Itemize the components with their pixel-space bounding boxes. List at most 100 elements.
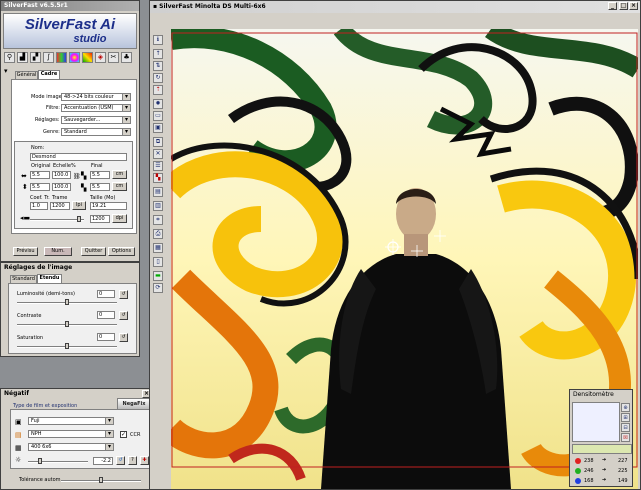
dust-removal-icon[interactable]: ♣: [121, 52, 132, 63]
luminosity-slider[interactable]: [17, 299, 117, 305]
histogram-icon[interactable]: ▟: [17, 52, 28, 63]
preview-button[interactable]: Prévisu: [13, 247, 38, 256]
ccr-checkbox[interactable]: ✓: [120, 431, 127, 438]
print-icon[interactable]: ⎙: [153, 229, 163, 239]
exposure-field[interactable]: -2.2: [93, 457, 113, 465]
job-manager-icon[interactable]: ▦: [153, 243, 163, 253]
tab-etendu[interactable]: Etendu: [37, 274, 62, 283]
film-format-icon: ▦: [15, 444, 22, 452]
preview-title-bar[interactable]: ▪ SilverFast Minolta DS Multi-6x6 _ □ ×: [150, 1, 640, 13]
contraste-slider-thumb[interactable]: [65, 321, 69, 327]
zoom-icon[interactable]: ⚲: [4, 52, 15, 63]
height-lock-icon[interactable]: ▚: [81, 184, 86, 192]
film-type-select[interactable]: NPH: [28, 430, 114, 438]
tab-standard[interactable]: Standard: [10, 275, 37, 283]
scan-button[interactable]: Num.: [44, 247, 72, 256]
selective-color-icon[interactable]: [69, 52, 80, 63]
nom-field[interactable]: Desmond: [30, 153, 127, 161]
blue-value-before: 168: [584, 478, 594, 484]
densitometer-tool-icon-4[interactable]: ☒: [621, 433, 630, 442]
exposure-slider-thumb[interactable]: [38, 458, 42, 464]
genre-select[interactable]: Standard: [61, 128, 131, 136]
luminosity-slider-thumb[interactable]: [65, 299, 69, 305]
exposure-reset-button[interactable]: ↺: [116, 456, 125, 465]
saturation-slider[interactable]: [17, 343, 117, 349]
resolution-slider-thumb[interactable]: [77, 216, 81, 222]
landscape-icon[interactable]: ▬: [153, 271, 163, 281]
batch-icon[interactable]: ☰: [153, 161, 163, 171]
trame-unit-button[interactable]: lpi: [72, 201, 86, 210]
preview-image[interactable]: [171, 29, 638, 489]
manufacturer-select[interactable]: Fuji: [28, 417, 114, 425]
width-scale-field[interactable]: 100.0: [52, 171, 71, 179]
tab-cadre[interactable]: Cadre: [38, 70, 60, 79]
film-profile-button[interactable]: ✚: [140, 456, 149, 465]
luminosity-reset-button[interactable]: ↺: [119, 290, 128, 299]
auto-adjust-icon[interactable]: ✹: [153, 99, 163, 109]
tolerance-slider[interactable]: [61, 477, 141, 483]
levels-icon[interactable]: ▞: [30, 52, 41, 63]
densitometer-tool-icon-1[interactable]: ⊕: [621, 403, 630, 412]
layers-icon[interactable]: ▤: [153, 187, 163, 197]
document-icon[interactable]: ▯: [153, 257, 163, 267]
contraste-slider[interactable]: [17, 321, 117, 327]
echelle-label: Echelle%: [53, 163, 76, 169]
mirror-icon[interactable]: ⇅: [153, 61, 163, 71]
height-original-field[interactable]: 5.5: [30, 183, 50, 191]
maximize-button[interactable]: □: [619, 2, 628, 10]
film-format-select[interactable]: 400 6x6: [28, 443, 114, 451]
densitometer-title-bar[interactable]: Densitomètre: [570, 390, 632, 400]
width-original-field[interactable]: 5.5: [30, 171, 50, 179]
crop-icon[interactable]: ⌗: [153, 215, 163, 225]
trame-field[interactable]: 1200: [50, 202, 70, 210]
remove-cast-icon[interactable]: ◈: [95, 52, 106, 63]
delete-frame-icon[interactable]: ✕: [153, 149, 163, 159]
height-unit-button[interactable]: cm: [112, 182, 127, 191]
mode-select[interactable]: 48->24 bits couleur: [61, 93, 131, 101]
width-final-field[interactable]: 5.5: [90, 171, 110, 179]
saturation-field[interactable]: 0: [97, 333, 115, 341]
collapse-arrow-icon[interactable]: ▾: [4, 67, 8, 75]
copy-frame-icon[interactable]: ⧉: [153, 137, 163, 147]
height-scale-field[interactable]: 100.0: [52, 183, 71, 191]
coef-field[interactable]: 1.0: [30, 202, 48, 210]
resolution-field[interactable]: 1200: [90, 215, 110, 223]
reglages-select[interactable]: Sauvegarder...: [61, 116, 131, 124]
color-frame-icon[interactable]: ▚: [153, 173, 163, 183]
luminosity-field[interactable]: 0: [97, 290, 115, 298]
rescale-icon[interactable]: ✂: [108, 52, 119, 63]
tab-general[interactable]: Général: [15, 71, 38, 79]
global-color-icon[interactable]: [82, 52, 93, 63]
contraste-field[interactable]: 0: [97, 311, 115, 319]
rotate-icon[interactable]: ↻: [153, 73, 163, 83]
contraste-reset-button[interactable]: ↺: [119, 311, 128, 320]
refresh-icon[interactable]: ⟳: [153, 283, 163, 293]
main-title-bar[interactable]: SilverFast v6.5.5r1: [1, 1, 139, 11]
tolerance-slider-thumb[interactable]: [99, 477, 103, 483]
filtre-select[interactable]: Accentuation (USM): [61, 104, 131, 112]
gradation-curve-icon[interactable]: ∫: [43, 52, 54, 63]
chain-link-icon[interactable]: ⛓: [73, 173, 81, 180]
height-final-field[interactable]: 5.5: [90, 183, 110, 191]
info-icon[interactable]: ℹ: [153, 35, 163, 45]
width-unit-button[interactable]: cm: [112, 170, 127, 179]
saturation-slider-thumb[interactable]: [65, 343, 69, 349]
densitometer-tool-icon-2[interactable]: ⊞: [621, 413, 630, 422]
arrow-up-icon[interactable]: ↑: [153, 49, 163, 59]
width-lock-icon[interactable]: ▚: [81, 172, 86, 180]
film-strip-icon[interactable]: ▥: [153, 201, 163, 211]
minimize-button[interactable]: _: [608, 2, 617, 10]
resolution-slider[interactable]: [30, 216, 84, 222]
exposure-slider[interactable]: [28, 458, 88, 464]
resolution-unit-button[interactable]: dpi: [112, 214, 127, 223]
quit-button[interactable]: Quitter: [81, 247, 106, 256]
flip-icon[interactable]: ⇡: [153, 85, 163, 95]
densitometer-tool-icon-3[interactable]: ⊟: [621, 423, 630, 432]
options-button[interactable]: Options: [108, 247, 135, 256]
frame-icon[interactable]: ▭: [153, 111, 163, 121]
color-palette-icon[interactable]: [56, 52, 67, 63]
scan-frame-icon[interactable]: ▣: [153, 123, 163, 133]
help-button[interactable]: ?: [128, 456, 137, 465]
saturation-reset-button[interactable]: ↺: [119, 333, 128, 342]
close-button[interactable]: ×: [629, 2, 638, 10]
